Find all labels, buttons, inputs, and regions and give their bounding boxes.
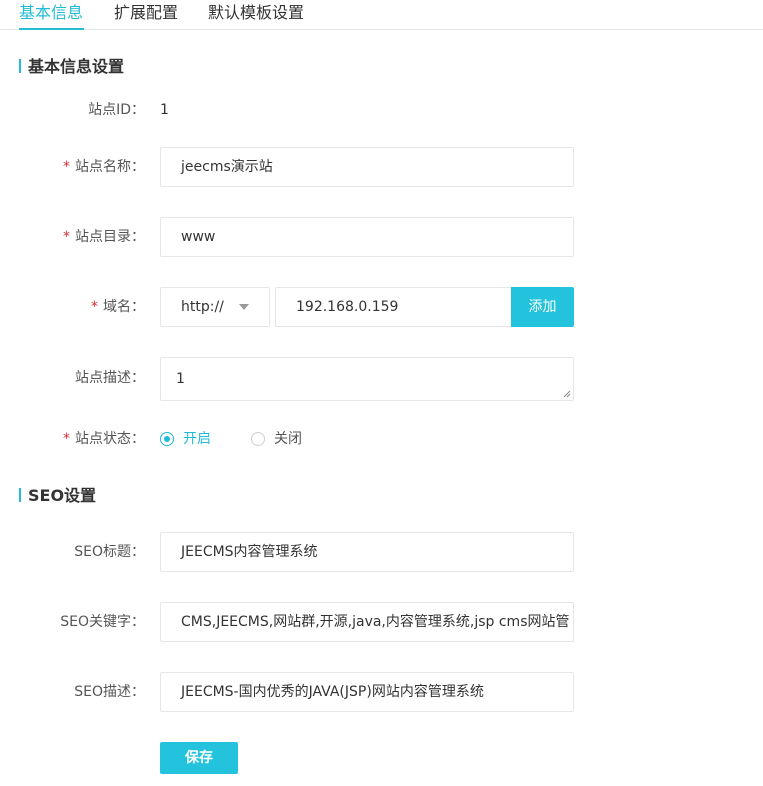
seo-desc-input[interactable]: JEECMS-国内优秀的JAVA(JSP)网站内容管理系统 — [160, 672, 574, 712]
site-id-label: 站点ID： — [88, 100, 145, 120]
caret-down-icon — [239, 304, 249, 310]
section-bar — [19, 59, 21, 73]
resize-grip-icon[interactable] — [563, 390, 571, 398]
required-mark: * — [63, 159, 70, 175]
site-id-label-text: 站点ID： — [88, 102, 145, 118]
seo-title-input[interactable]: JEECMS内容管理系统 — [160, 532, 574, 572]
active-tab-indicator — [19, 28, 84, 30]
site-id-value: 1 — [160, 102, 169, 118]
seo-desc-label-text: SEO描述： — [74, 684, 145, 700]
seo-desc-label: SEO描述： — [74, 682, 145, 702]
site-desc-label-text: 站点描述： — [75, 370, 145, 386]
basic-section-title: 基本信息设置 — [19, 57, 124, 77]
status-off-label: 关闭 — [274, 431, 302, 447]
seo-keywords-input[interactable]: CMS,JEECMS,网站群,开源,java,内容管理系统,jsp cms网站管 — [160, 602, 574, 642]
site-desc-label: 站点描述： — [75, 368, 145, 388]
site-status-label-text: 站点状态： — [75, 431, 145, 447]
site-dir-label-text: 站点目录： — [75, 229, 145, 245]
protocol-select[interactable]: http:// — [160, 287, 270, 327]
site-dir-input[interactable]: www — [160, 217, 574, 257]
site-dir-label: * 站点目录： — [63, 227, 145, 247]
seo-title-label-text: SEO标题： — [74, 544, 145, 560]
required-mark: * — [63, 431, 70, 447]
seo-keywords-label: SEO关键字： — [60, 612, 145, 632]
seo-title-label: SEO标题： — [74, 542, 145, 562]
seo-keywords-label-text: SEO关键字： — [60, 614, 145, 630]
basic-section-title-text: 基本信息设置 — [28, 57, 125, 76]
required-mark: * — [63, 229, 70, 245]
seo-section-title-text: SEO设置 — [28, 486, 97, 505]
tab-basic-info[interactable]: 基本信息 — [19, 2, 83, 24]
status-on-label: 开启 — [183, 431, 211, 447]
site-name-input[interactable]: jeecms演示站 — [160, 147, 574, 187]
tab-bar: 基本信息 扩展配置 默认模板设置 — [0, 0, 763, 30]
add-domain-button[interactable]: 添加 — [511, 287, 574, 327]
radio-unchecked-icon — [251, 432, 265, 446]
protocol-select-value: http:// — [181, 299, 224, 315]
required-mark: * — [91, 299, 98, 315]
tab-extended-config[interactable]: 扩展配置 — [114, 2, 178, 24]
site-name-label-text: 站点名称： — [75, 159, 145, 175]
domain-label-text: 域名： — [103, 299, 145, 315]
site-desc-textarea[interactable]: 1 — [160, 357, 574, 401]
site-status-label: * 站点状态： — [63, 429, 145, 449]
site-name-label: * 站点名称： — [63, 157, 145, 177]
domain-label: * 域名： — [91, 297, 145, 317]
section-bar — [19, 488, 21, 502]
seo-section-title: SEO设置 — [19, 486, 96, 506]
domain-input[interactable]: 192.168.0.159 — [275, 287, 513, 327]
site-desc-text: 1 — [176, 371, 185, 387]
radio-checked-icon — [160, 432, 174, 446]
tab-default-template[interactable]: 默认模板设置 — [208, 2, 304, 24]
save-button[interactable]: 保存 — [160, 742, 238, 774]
